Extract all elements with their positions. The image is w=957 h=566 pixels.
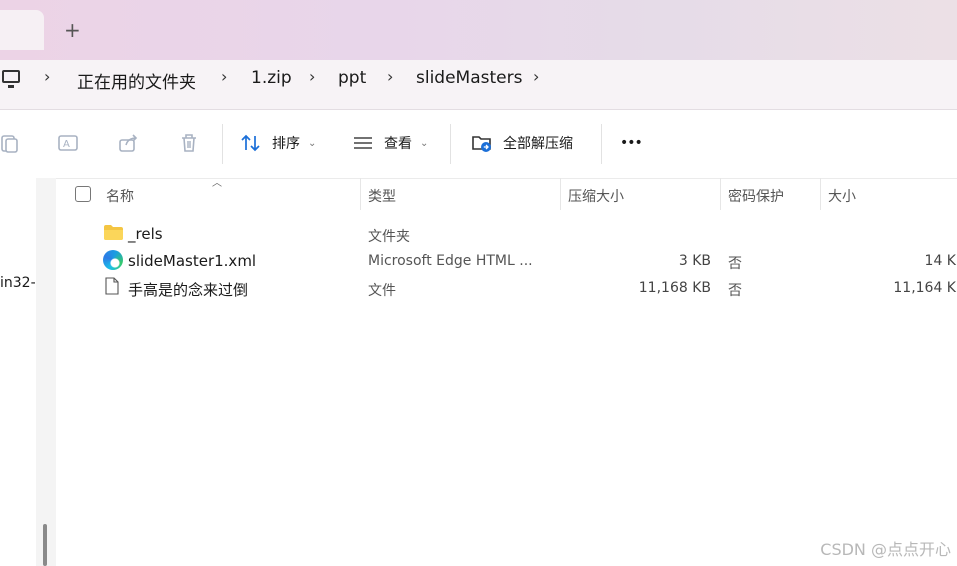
close-tab-icon[interactable]: ✕ [0,30,1,49]
column-header-password[interactable]: 密码保护 [728,186,784,206]
file-compressed-size: 11,168 KB [638,280,711,296]
computer-icon[interactable] [2,70,20,88]
file-type: Microsoft Edge HTML ... [368,253,533,269]
file-icon [105,277,119,295]
chevron-right-icon[interactable]: › [533,67,539,86]
title-bar: ✕ + [0,0,957,60]
file-name: 手高是的念来过倒 [128,281,249,299]
file-name: slideMaster1.xml [128,252,257,270]
active-tab[interactable]: ✕ [0,10,44,50]
view-icon [354,137,372,149]
rename-icon[interactable]: A [57,132,79,154]
column-divider[interactable] [720,178,721,210]
column-header-compressed-size[interactable]: 压缩大小 [568,186,624,206]
chevron-right-icon[interactable]: › [44,67,50,86]
more-options-button[interactable]: ••• [620,132,643,154]
new-tab-button[interactable]: + [64,18,81,42]
column-divider[interactable] [820,178,821,210]
file-size: 11,164 K [893,280,956,296]
breadcrumb-item-slidemasters[interactable]: slideMasters [416,68,522,88]
delete-icon[interactable] [178,132,200,154]
chevron-down-icon: ⌄ [308,137,317,149]
breadcrumb-item-folder[interactable]: 正在用的文件夹 [77,68,196,93]
breadcrumb-item-zip[interactable]: 1.zip [251,68,292,88]
extract-all-button[interactable]: 全部解压缩 [471,132,573,154]
chevron-down-icon: ⌄ [420,137,429,149]
chevron-right-icon[interactable]: › [309,67,315,86]
extract-all-label: 全部解压缩 [503,136,573,152]
command-bar: A 排序 ⌄ 查看 ⌄ 全部解压缩 ••• [0,110,957,179]
paste-icon[interactable] [0,132,20,154]
column-divider[interactable] [560,178,561,210]
toolbar-divider [601,124,602,164]
file-type: 文件夹 [368,229,410,245]
navigation-item-partial[interactable]: in32- [0,275,36,291]
file-password-protected: 否 [728,283,742,299]
sort-button[interactable]: 排序 ⌄ [240,132,316,154]
extract-folder-icon [472,136,491,152]
toolbar-divider [450,124,451,164]
navigation-scrollbar-thumb[interactable] [43,524,47,566]
chevron-right-icon[interactable]: › [387,67,393,86]
file-compressed-size: 3 KB [678,253,711,269]
navigation-scrollbar[interactable] [36,178,56,566]
table-row[interactable]: slideMaster1.xml Microsoft Edge HTML ...… [56,248,957,274]
more-icon: ••• [620,135,643,151]
breadcrumb-item-ppt[interactable]: ppt [338,68,366,88]
file-size: 14 K [924,253,956,269]
file-name: _rels [128,225,163,243]
column-header: 名称 类型 压缩大小 密码保护 大小 [56,178,957,210]
svg-text:A: A [63,139,70,150]
toolbar-divider [222,124,223,164]
column-header-size[interactable]: 大小 [828,186,856,206]
edge-icon [103,250,123,270]
breadcrumb: › 正在用的文件夹 › 1.zip › ppt › slideMasters › [0,60,957,110]
watermark: CSDN @点点开心 [820,540,951,559]
folder-icon [104,225,123,240]
share-icon[interactable] [118,132,140,154]
navigation-pane [0,178,36,566]
column-divider[interactable] [360,178,361,210]
table-row[interactable]: 手高是的念来过倒 文件 11,168 KB 否 11,164 K [56,275,957,301]
view-label: 查看 [384,136,412,152]
view-button[interactable]: 查看 ⌄ [352,132,428,154]
column-header-type[interactable]: 类型 [368,186,396,206]
table-row[interactable]: _rels 文件夹 [56,221,957,247]
file-password-protected: 否 [728,256,742,272]
file-type: 文件 [368,283,396,299]
chevron-right-icon[interactable]: › [221,67,227,86]
column-header-name[interactable]: 名称 [106,186,134,206]
sort-icon [241,134,260,152]
sort-label: 排序 [272,136,300,152]
